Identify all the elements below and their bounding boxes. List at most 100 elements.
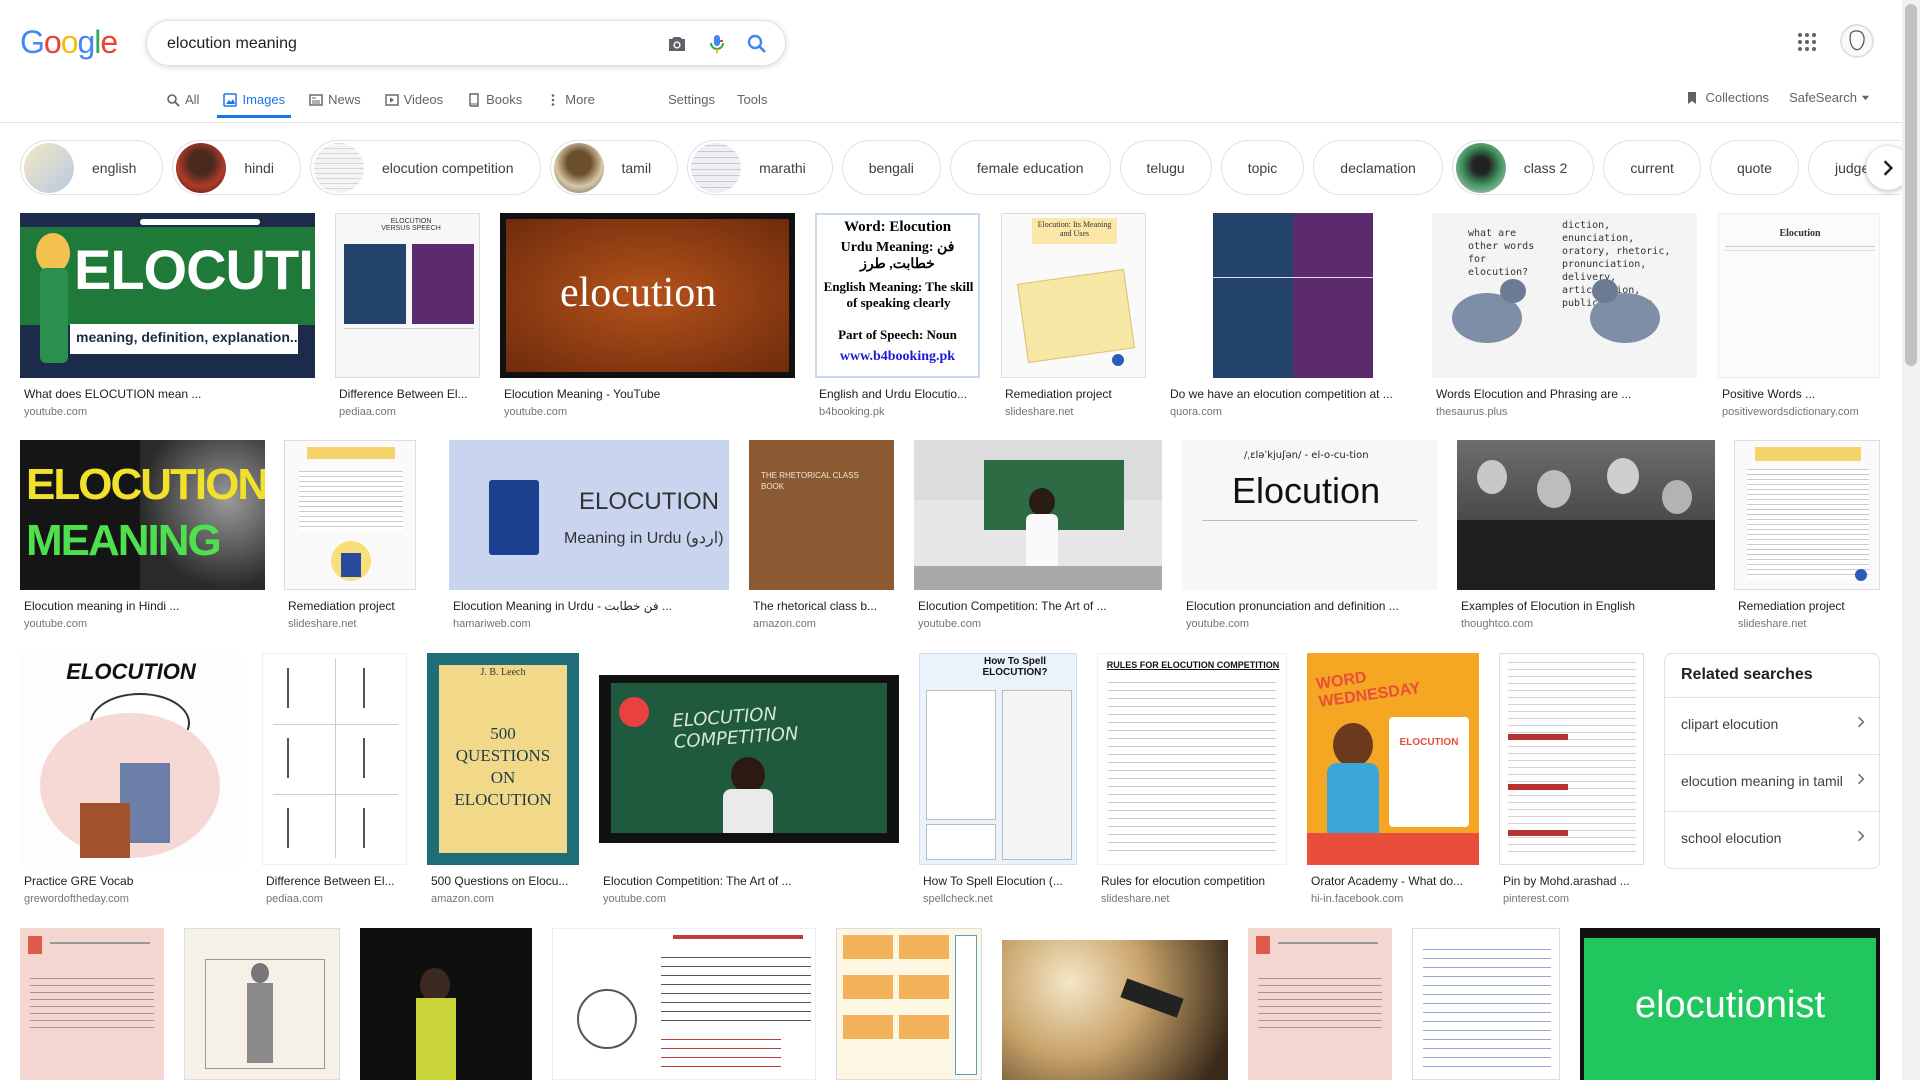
chip-class-2[interactable]: class 2 <box>1451 140 1595 195</box>
result-source: slideshare.net <box>1738 618 1807 630</box>
image-result[interactable]: Remediation project slideshare.net <box>1734 440 1880 635</box>
result-thumbnail <box>914 440 1162 590</box>
result-source: grewordoftheday.com <box>24 893 129 905</box>
image-result[interactable]: Elocution Competition: The Art of ... yo… <box>914 440 1162 635</box>
related-search-item[interactable]: school elocution <box>1665 811 1879 867</box>
chip-label: class 2 <box>1523 159 1568 176</box>
chip-thumbnail <box>176 142 227 193</box>
avatar[interactable] <box>1840 24 1874 58</box>
result-thumbnail: elocution <box>500 213 795 378</box>
result-source: youtube.com <box>603 893 666 905</box>
chip-hindi[interactable]: hindi <box>172 140 301 195</box>
result-title: The rhetorical class b... <box>753 599 878 613</box>
image-result[interactable]: How To Spell ELOCUTION? How To Spell Elo… <box>919 653 1077 908</box>
chip-current[interactable]: current <box>1603 140 1701 195</box>
tools-link[interactable]: Tools <box>737 92 767 107</box>
chip-topic[interactable]: topic <box>1220 140 1305 195</box>
image-result[interactable]: RULES FOR ELOCUTION COMPETITION Rules fo… <box>1097 653 1287 908</box>
tab-news[interactable]: News <box>309 88 361 117</box>
image-result[interactable]: Elocution: Its Meaning and Uses Remediat… <box>1001 213 1146 423</box>
result-thumbnail: WORD WEDNESDAY ELOCUTION <box>1307 653 1479 865</box>
image-result[interactable]: elocutionist <box>1580 928 1880 1080</box>
chevron-right-icon <box>1858 830 1865 842</box>
result-thumbnail: ELOCUTION meaning, definition, explanati… <box>20 213 315 378</box>
chip-marathi[interactable]: marathi <box>687 140 833 195</box>
scrollbar-thumb[interactable] <box>1905 4 1917 366</box>
tab-more[interactable]: More <box>546 88 595 117</box>
related-search-item[interactable]: elocution meaning in tamil <box>1665 754 1879 810</box>
video-icon <box>384 93 399 106</box>
image-result[interactable]: Do we have an elocution competition at .… <box>1166 213 1411 423</box>
image-result[interactable]: Elocution Positive Words ... positivewor… <box>1718 213 1880 423</box>
image-result[interactable]: J. B. Leech 500 QUESTIONS ON ELOCUTION 5… <box>427 653 579 908</box>
page-scrollbar[interactable] <box>1902 0 1920 1080</box>
thumbnail-text: Elocution <box>1232 470 1381 511</box>
chip-elocution-competition[interactable]: elocution competition <box>309 140 541 195</box>
tab-all[interactable]: All <box>166 88 199 117</box>
chip-tamil[interactable]: tamil <box>549 140 679 195</box>
chip-telugu[interactable]: telugu <box>1119 140 1212 195</box>
search-tabs: All Images News Videos Books More <box>166 88 619 122</box>
image-result[interactable] <box>1002 928 1228 1080</box>
image-result[interactable]: Remediation project slideshare.net <box>284 440 416 635</box>
thumbnail-text: Word: Elocution <box>843 219 952 235</box>
image-result[interactable]: THE RHETORICAL CLASS BOOK The rhetorical… <box>749 440 894 635</box>
safesearch-dropdown[interactable]: SafeSearch <box>1789 90 1870 105</box>
result-thumbnail <box>1734 440 1880 590</box>
image-result[interactable] <box>836 928 982 1080</box>
image-result[interactable]: ELOCUTION Practice GRE Vocab grewordofth… <box>20 653 242 908</box>
tab-images[interactable]: Images <box>217 88 291 118</box>
result-thumbnail <box>184 928 340 1080</box>
image-result[interactable] <box>184 928 340 1080</box>
search-input[interactable] <box>167 32 647 56</box>
image-result[interactable]: what are other words for elocution? dict… <box>1432 213 1697 423</box>
search-icon[interactable] <box>745 32 769 56</box>
chip-declamation[interactable]: declamation <box>1313 140 1443 195</box>
image-result[interactable]: /ˌɛləˈkjuʃən/ - el-o-cu-tion Elocution E… <box>1182 440 1437 635</box>
image-result[interactable]: Examples of Elocution in English thought… <box>1457 440 1715 635</box>
image-result[interactable]: WORD WEDNESDAY ELOCUTION Orator Academy … <box>1307 653 1479 908</box>
chip-bengali[interactable]: bengali <box>841 140 941 195</box>
tab-label: News <box>328 92 361 107</box>
chip-label: telugu <box>1146 159 1185 176</box>
result-thumbnail: Elocution <box>1718 213 1880 378</box>
image-result[interactable] <box>1248 928 1392 1080</box>
chip-quote[interactable]: quote <box>1709 140 1799 195</box>
book-icon <box>469 92 479 107</box>
microphone-icon[interactable] <box>705 32 729 56</box>
image-icon <box>223 92 238 107</box>
image-result[interactable]: elocution Elocution Meaning - YouTube yo… <box>500 213 795 423</box>
related-chips-row: english hindi elocution competition tami… <box>20 140 1900 196</box>
image-result[interactable] <box>20 928 164 1080</box>
related-search-item[interactable]: clipart elocution <box>1665 697 1879 753</box>
thumbnail-text: elocution <box>560 270 717 316</box>
tab-videos[interactable]: Videos <box>384 88 443 117</box>
image-result[interactable]: ELOCUTION VERSUS SPEECH Difference Betwe… <box>335 213 480 423</box>
settings-link[interactable]: Settings <box>668 92 715 107</box>
thumbnail-text: ELOCUTION VERSUS SPEECH <box>381 218 441 232</box>
collections-link[interactable]: Collections <box>1685 90 1769 105</box>
apps-grid-icon[interactable] <box>1795 30 1819 54</box>
image-result[interactable]: ELOCUTION COMPETITION Elocution Competit… <box>599 653 899 908</box>
image-result[interactable]: ELOCUTION MEANING Elocution meaning in H… <box>20 440 265 635</box>
image-result[interactable] <box>1412 928 1560 1080</box>
result-thumbnail: Elocution: Its Meaning and Uses <box>1001 213 1146 378</box>
image-result[interactable] <box>552 928 816 1080</box>
image-result[interactable]: Difference Between El... pediaa.com <box>262 653 407 908</box>
image-result[interactable]: Word: Elocution Urdu Meaning: فن خطابت, … <box>815 213 980 423</box>
chip-female-education[interactable]: female education <box>949 140 1111 195</box>
google-logo[interactable]: Google <box>20 24 118 61</box>
thumbnail-subtext: Urdu Meaning: فن خطابت, طرز <box>840 240 955 272</box>
image-result[interactable]: ELOCUTION Meaning in Urdu (اردو) Elocuti… <box>449 440 729 635</box>
image-result[interactable]: Pin by Mohd.arashad ... pinterest.com <box>1499 653 1644 908</box>
image-result[interactable] <box>360 928 532 1080</box>
thumbnail-text: elocutionist <box>1634 984 1826 1026</box>
tab-label: Books <box>486 92 523 107</box>
chip-thumbnail <box>691 142 742 193</box>
tab-books[interactable]: Books <box>467 88 522 117</box>
camera-icon[interactable] <box>665 32 689 56</box>
result-source: amazon.com <box>431 893 494 905</box>
thumbnail-text: what are other words for elocution? <box>1468 228 1535 278</box>
image-result[interactable]: ELOCUTION meaning, definition, explanati… <box>20 213 315 423</box>
chip-english[interactable]: english <box>20 140 164 195</box>
